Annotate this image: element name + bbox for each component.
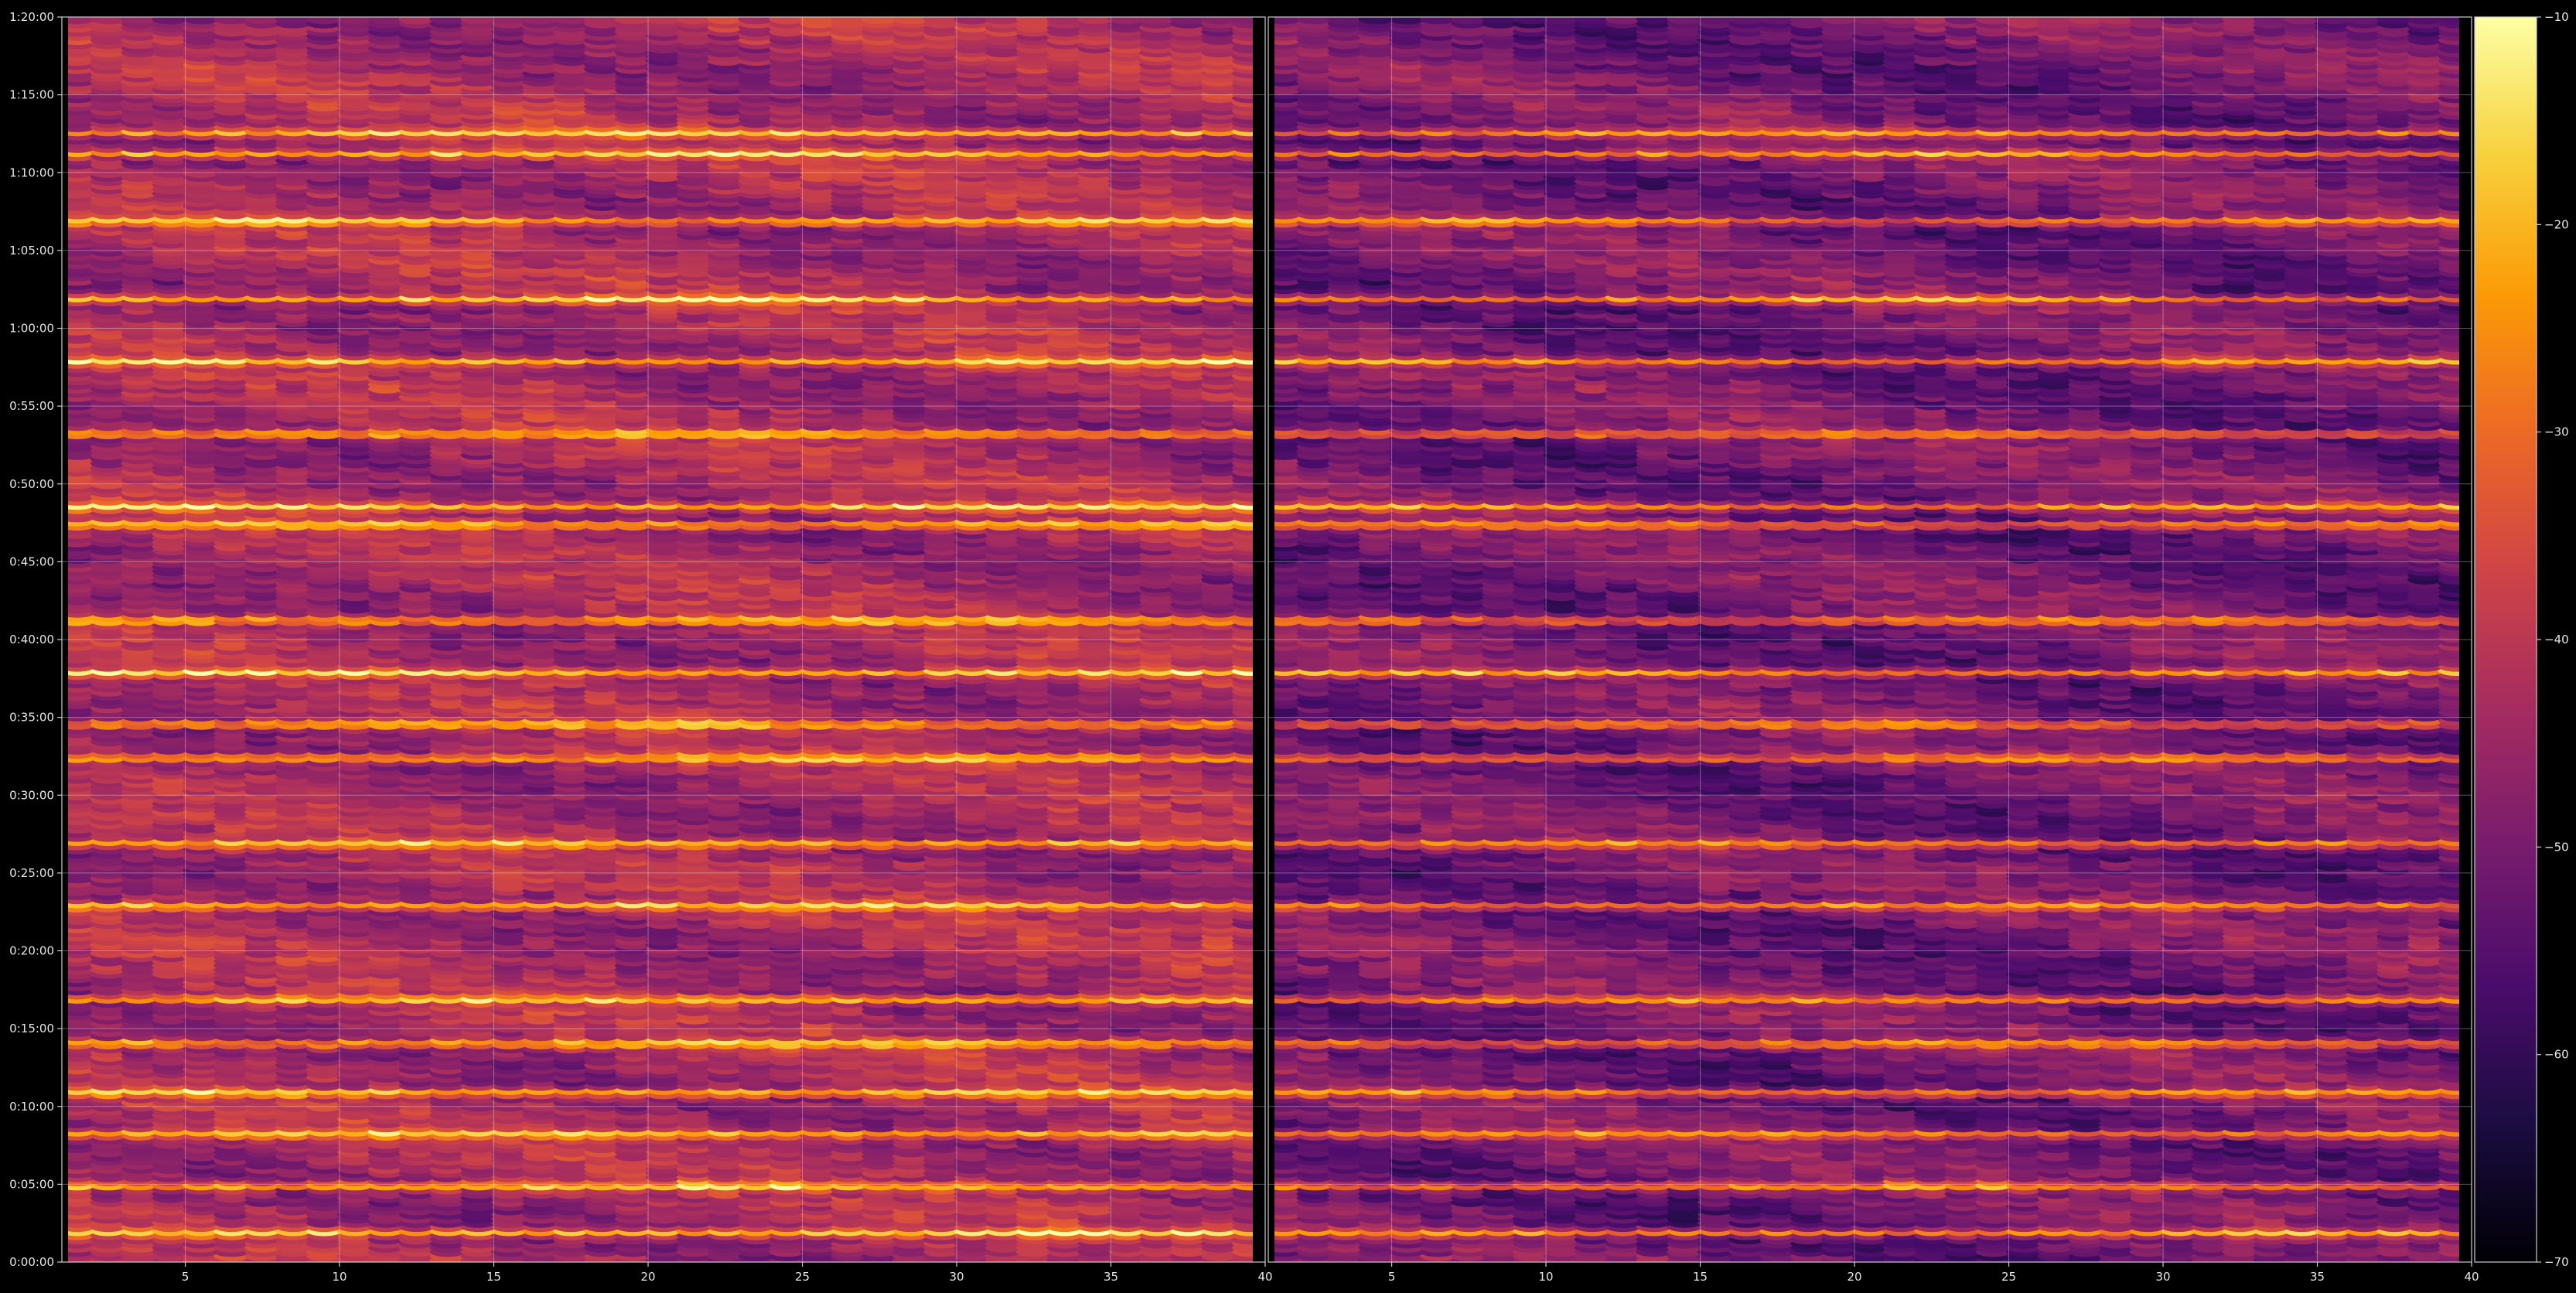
left-heatmap-panel: 0:00:000:05:000:10:000:15:000:20:000:25:… [9,10,1272,1284]
spectrogram-figure: 0:00:000:05:000:10:000:15:000:20:000:25:… [0,0,2576,1293]
